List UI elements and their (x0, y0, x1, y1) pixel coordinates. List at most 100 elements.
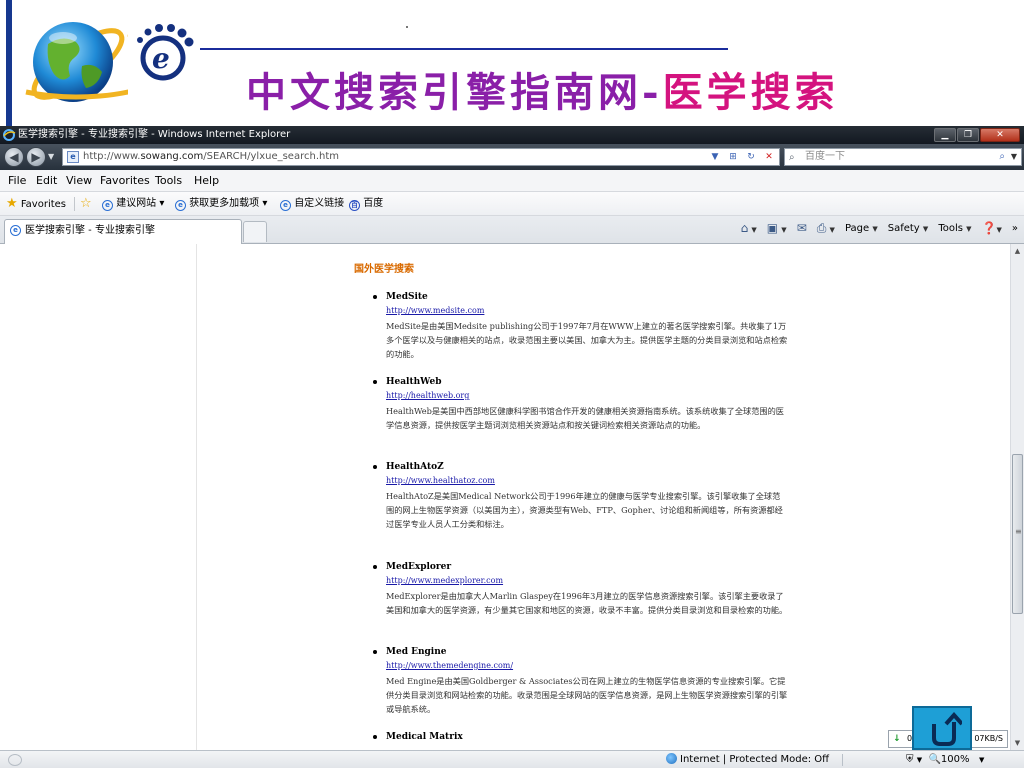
compat-view-icon[interactable]: ⊞ (725, 150, 741, 164)
favbar-divider (74, 197, 75, 211)
more-commands-icon[interactable]: » (1012, 216, 1018, 242)
favorites-bar: ★ Favorites ☆ e 建议网站 ▾ e 获取更多加载项 ▾ e 自定义… (0, 192, 1024, 216)
help-icon: ❓ (981, 221, 997, 235)
safety-menu[interactable]: Safety ▼ (888, 216, 929, 242)
favorites-button[interactable]: ★ Favorites (6, 192, 66, 217)
bullet (373, 465, 377, 469)
search-go-icon[interactable]: ⌕ (999, 149, 1005, 165)
return-icon (932, 712, 962, 746)
page-menu-label: Page (844, 223, 870, 234)
fav-suggested-sites[interactable]: e 建议网站 ▾ (102, 192, 164, 216)
search-dropdown-icon[interactable]: ▼ (1011, 149, 1017, 165)
page-menu[interactable]: Page ▼ (845, 216, 878, 242)
fav-baidu-label: 百度 (363, 198, 384, 209)
search-icon: ⌕ (789, 152, 795, 163)
entry-link[interactable]: http://www.medsite.com (386, 306, 484, 315)
ie-icon: e (10, 225, 21, 236)
address-dropdown-icon[interactable]: ▼ (707, 150, 723, 164)
close-button[interactable]: ✕ (980, 128, 1020, 142)
globe-logo-icon (25, 22, 128, 102)
ie-icon: e (102, 200, 113, 211)
tab-title: 医学搜索引擎 - 专业搜索引擎 (25, 225, 155, 236)
restore-button[interactable]: ❐ (957, 128, 979, 142)
add-favorite-button[interactable]: ☆ (80, 192, 92, 217)
minimize-button[interactable]: ▁ (934, 128, 956, 142)
security-zone[interactable]: Internet | Protected Mode: Off (666, 751, 829, 768)
menu-edit[interactable]: Edit (36, 170, 57, 192)
favorites-label: Favorites (20, 199, 67, 210)
history-dropdown-icon[interactable]: ▼ (48, 152, 54, 161)
window-titlebar: 医学搜索引擎 - 专业搜索引擎 - Windows Internet Explo… (0, 126, 1024, 144)
url-domain: sowang.com (140, 151, 204, 162)
stop-icon[interactable]: ✕ (761, 150, 777, 164)
feeds-button[interactable]: ▣ ▼ (767, 215, 787, 243)
bullet (373, 565, 377, 569)
internet-globe-icon (666, 753, 677, 764)
print-icon: ⎙ (816, 221, 827, 235)
entry-name: HealthAtoZ (386, 462, 444, 472)
slide-title-part1: 中文搜索引擎指南网- (246, 69, 663, 116)
entry-link[interactable]: http://www.medexplorer.com (386, 576, 503, 585)
entry-link[interactable]: http://www.healthatoz.com (386, 476, 495, 485)
fav-custom-links[interactable]: e 自定义链接 (280, 192, 344, 216)
menu-file[interactable]: File (8, 170, 26, 192)
return-button[interactable] (912, 706, 972, 750)
print-button[interactable]: ⎙ ▼ (817, 215, 835, 243)
window-controls: ▁ ❐ ✕ (933, 128, 1020, 142)
star-icon: ★ (6, 196, 18, 211)
scroll-down-icon[interactable]: ▼ (1011, 736, 1024, 750)
mail-icon: ✉ (796, 221, 807, 235)
entry-name: HealthWeb (386, 377, 442, 387)
entry-link[interactable]: http://healthweb.org (386, 391, 469, 400)
menu-view[interactable]: View (66, 170, 92, 192)
menu-tools[interactable]: Tools (155, 170, 182, 192)
refresh-icon[interactable]: ↻ (743, 150, 759, 164)
slide-header: e 中文搜索引擎指南网-医学搜索 (0, 0, 1024, 126)
home-button[interactable]: ⌂ ▼ (741, 215, 757, 243)
search-input[interactable]: ⌕ 百度一下 ⌕ ▼ (784, 148, 1022, 166)
baidu-icon: 百 (349, 200, 360, 211)
tools-menu[interactable]: Tools ▼ (938, 216, 971, 242)
slide-accent-bar (6, 0, 12, 126)
entry-name: Med Engine (386, 647, 447, 657)
entry-desc: HealthWeb是美国中西部地区健康科学图书馆合作开发的健康相关资源指南系统。… (386, 406, 784, 430)
scroll-up-icon[interactable]: ▲ (1011, 244, 1024, 258)
forward-icon[interactable]: ▶ (26, 147, 46, 167)
window-title: 医学搜索引擎 - 专业搜索引擎 - Windows Internet Explo… (18, 129, 291, 140)
tab-active[interactable]: e 医学搜索引擎 - 专业搜索引擎 (4, 219, 242, 244)
safety-menu-label: Safety (887, 223, 920, 234)
address-input[interactable]: e http://www.sowang.com/SEARCH/ylxue_sea… (62, 148, 780, 166)
add-favorite-icon: ☆ (80, 196, 92, 211)
search-placeholder: 百度一下 (805, 151, 845, 162)
mail-button[interactable]: ✉ (797, 215, 807, 243)
zoom-control[interactable]: ⛨ ▼ 🔍100% ▼ (906, 751, 984, 768)
download-speed: 07KB/S (974, 734, 1003, 743)
left-pane (0, 244, 197, 750)
svg-text:e: e (152, 42, 170, 75)
tools-menu-label: Tools (938, 223, 963, 234)
security-zone-label: Internet | Protected Mode: Off (680, 754, 830, 765)
feeds-icon: ▣ (766, 221, 779, 235)
url-prefix: http://www. (83, 151, 141, 162)
entry-desc: Med Engine是由美国Goldberger & Associates公司在… (386, 676, 788, 714)
fav-baidu[interactable]: 百 百度 (349, 192, 383, 216)
scroll-thumb[interactable]: ≡ (1012, 454, 1023, 614)
menu-favorites[interactable]: Favorites (100, 170, 150, 192)
new-tab-button[interactable] (243, 221, 267, 242)
home-icon: ⌂ (740, 221, 749, 235)
fav-get-addons[interactable]: e 获取更多加载项 ▾ (175, 192, 267, 216)
fav-addons-label: 获取更多加载项 ▾ (189, 198, 268, 209)
menu-help[interactable]: Help (194, 170, 219, 192)
fav-custom-label: 自定义链接 (294, 198, 345, 209)
bullet (373, 380, 377, 384)
back-icon[interactable]: ◀ (4, 147, 24, 167)
help-button[interactable]: ❓▼ (982, 215, 1002, 243)
entry-link[interactable]: http://www.themedengine.com/ (386, 661, 513, 670)
status-progress-icon (8, 754, 22, 766)
title-rule (200, 48, 728, 50)
bullet (373, 735, 377, 739)
protected-mode-icon: ⛨ (906, 754, 914, 765)
vertical-scrollbar[interactable]: ▲ ≡ ▼ (1010, 244, 1024, 750)
page-icon: e (67, 151, 79, 163)
zoom-icon: 🔍 (928, 754, 941, 765)
